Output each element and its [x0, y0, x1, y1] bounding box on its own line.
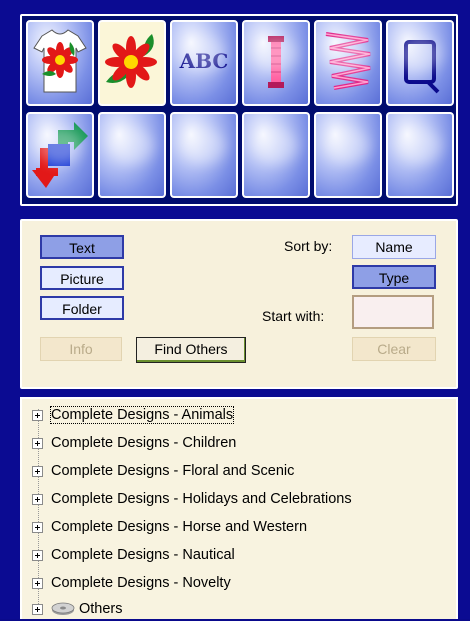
- tree-item[interactable]: Others: [32, 597, 123, 621]
- drive-icon: [51, 602, 75, 615]
- abc-text-label: ABC: [179, 49, 229, 73]
- sort-name-button[interactable]: Name: [352, 235, 436, 259]
- text-design-tile[interactable]: ABC: [170, 20, 238, 106]
- find-others-button[interactable]: Find Others: [136, 337, 246, 363]
- tshirt-icon: [33, 29, 87, 93]
- flower-icon: [105, 34, 157, 88]
- empty-tile-2[interactable]: [170, 112, 238, 198]
- design-browser-window: ABC Text Picture Folder Sort by: Name Ty…: [0, 0, 470, 619]
- design-folder-tree: Complete Designs - Animals Complete Desi…: [20, 397, 458, 619]
- tree-item[interactable]: Complete Designs - Horse and Western: [32, 515, 307, 539]
- sort-by-label: Sort by:: [284, 238, 333, 254]
- info-button[interactable]: Info: [40, 337, 122, 361]
- hoop-tile[interactable]: [386, 20, 454, 106]
- tree-item-label[interactable]: Complete Designs - Animals: [49, 406, 235, 424]
- tree-item-label[interactable]: Others: [79, 601, 123, 617]
- tree-item[interactable]: Complete Designs - Nautical: [32, 543, 235, 567]
- sort-type-button[interactable]: Type: [352, 265, 436, 289]
- zigzag-stitch-icon: [325, 32, 371, 90]
- empty-tile-5[interactable]: [386, 112, 454, 198]
- expand-plus-icon[interactable]: [32, 493, 43, 505]
- hoop-frame-icon: [404, 40, 440, 94]
- tshirt-design-tile[interactable]: [26, 20, 94, 106]
- expand-plus-icon[interactable]: [32, 577, 43, 589]
- expand-plus-icon[interactable]: [32, 549, 43, 561]
- expand-plus-icon[interactable]: [32, 437, 43, 449]
- tree-item-label[interactable]: Complete Designs - Holidays and Celebrat…: [51, 491, 352, 507]
- tree-item-label[interactable]: Complete Designs - Nautical: [51, 547, 235, 563]
- start-with-input[interactable]: [352, 295, 434, 329]
- tree-item[interactable]: Complete Designs - Animals: [32, 403, 235, 427]
- flower-design-tile[interactable]: [98, 20, 166, 106]
- expand-plus-icon[interactable]: [32, 603, 43, 615]
- convert-arrows-icon: [32, 122, 88, 188]
- picture-toggle-button[interactable]: Picture: [40, 266, 124, 290]
- start-with-label: Start with:: [262, 308, 325, 324]
- text-toggle-button[interactable]: Text: [40, 235, 124, 259]
- tree-item-label[interactable]: Complete Designs - Horse and Western: [51, 519, 307, 535]
- tree-item-label[interactable]: Complete Designs - Floral and Scenic: [51, 463, 294, 479]
- tree-item[interactable]: Complete Designs - Holidays and Celebrat…: [32, 487, 352, 511]
- stitch-tile[interactable]: [314, 20, 382, 106]
- folder-toggle-button[interactable]: Folder: [40, 296, 124, 320]
- tree-item-label[interactable]: Complete Designs - Children: [51, 435, 236, 451]
- thread-tile[interactable]: [242, 20, 310, 106]
- tree-item[interactable]: Complete Designs - Floral and Scenic: [32, 459, 294, 483]
- clear-button[interactable]: Clear: [352, 337, 436, 361]
- expand-plus-icon[interactable]: [32, 409, 43, 421]
- empty-tile-4[interactable]: [314, 112, 382, 198]
- thread-spool-icon: [268, 36, 284, 88]
- empty-tile-3[interactable]: [242, 112, 310, 198]
- expand-plus-icon[interactable]: [32, 521, 43, 533]
- tree-item[interactable]: Complete Designs - Children: [32, 431, 236, 455]
- expand-plus-icon[interactable]: [32, 465, 43, 477]
- tree-item-label[interactable]: Complete Designs - Novelty: [51, 575, 231, 591]
- design-toolbar: ABC: [20, 14, 458, 206]
- convert-tile[interactable]: [26, 112, 94, 198]
- filter-options-panel: Text Picture Folder Sort by: Name Type S…: [20, 219, 458, 389]
- empty-tile-1[interactable]: [98, 112, 166, 198]
- abc-text-icon: ABC: [179, 49, 229, 73]
- tree-item[interactable]: Complete Designs - Novelty: [32, 571, 231, 595]
